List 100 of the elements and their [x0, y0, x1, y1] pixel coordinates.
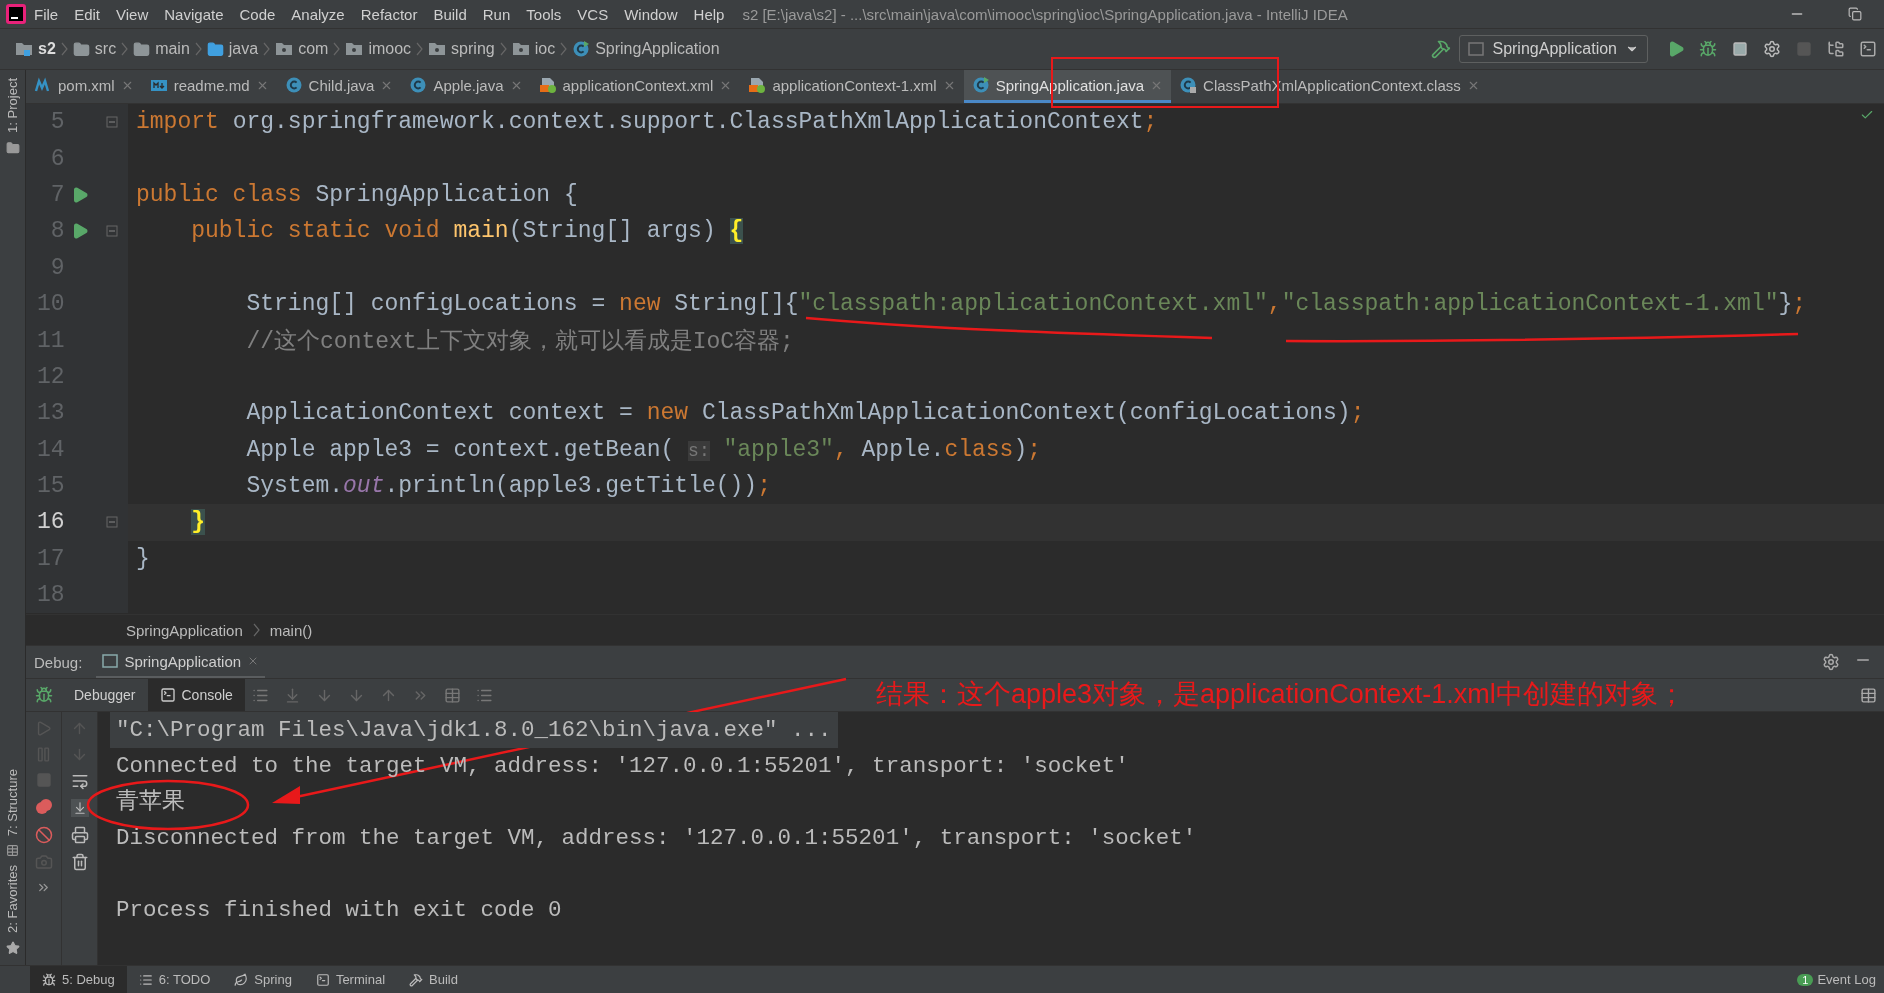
- tool-window-tab[interactable]: Build: [397, 966, 470, 993]
- editor-tab[interactable]: readme.md: [141, 70, 277, 103]
- chevron-separator-icon: [333, 42, 341, 56]
- breadcrumb-item[interactable]: SpringApplication: [126, 621, 243, 639]
- window-icon: [102, 654, 119, 668]
- package-folder-icon: [511, 41, 530, 57]
- menu-item[interactable]: Edit: [66, 5, 109, 23]
- trash-icon[interactable]: [70, 853, 89, 871]
- folder-icon: [133, 40, 151, 58]
- event-log-tab[interactable]: 1 Event Log: [1797, 972, 1884, 987]
- menu-item[interactable]: Navigate: [156, 5, 232, 23]
- restore-button[interactable]: [1848, 7, 1862, 21]
- editor-tab[interactable]: applicationContext-1.xml: [740, 70, 964, 103]
- terminal-button[interactable]: [1859, 40, 1877, 58]
- panel-title: Debug:: [34, 653, 83, 671]
- menu-item[interactable]: Window: [616, 5, 686, 23]
- package-folder-icon: [345, 41, 364, 57]
- menu-item[interactable]: Tools: [518, 5, 570, 23]
- chevron-separator-icon: [60, 42, 68, 56]
- debug-subtab[interactable]: Debugger: [62, 679, 148, 711]
- code-line: public static void main(String[] args) {: [190, 218, 744, 245]
- scroll-to-end-icon[interactable]: [70, 799, 89, 817]
- path-item[interactable]: main: [128, 40, 195, 58]
- project-structure-button[interactable]: [1827, 40, 1845, 58]
- editor-tab[interactable]: applicationContext.xml: [530, 70, 741, 103]
- fold-icon[interactable]: [106, 116, 119, 129]
- tool-window-tab[interactable]: Terminal: [303, 966, 397, 993]
- annotation-note: 结果：这个apple3对象，是applicationContext-1.xml中创建的对象；: [876, 678, 1685, 711]
- debug-subtab[interactable]: Console: [147, 679, 245, 711]
- code-line: import org.springframework.context.support.ClassPathXmlApplicationContext;: [135, 109, 1158, 136]
- bug-icon: [35, 686, 53, 704]
- layout-icon[interactable]: [1859, 686, 1877, 704]
- console-line: 青苹果: [115, 788, 186, 817]
- path-item[interactable]: imooc: [340, 40, 417, 58]
- path-item[interactable]: spring: [423, 40, 500, 58]
- code-line: public class SpringApplication {: [135, 181, 578, 208]
- breadcrumb-item[interactable]: main(): [269, 621, 313, 639]
- print-icon[interactable]: [70, 826, 89, 844]
- star-icon: [5, 941, 20, 955]
- window-title: s2 [E:\java\s2] - ...\src\main\java\com\imooc\spring\ioc\SpringApplication.java - IntelliJ IDEA: [741, 5, 1349, 23]
- menu-item[interactable]: Run: [474, 5, 519, 23]
- line-number: 16: [35, 509, 65, 536]
- xml-file-icon: [748, 76, 767, 94]
- chevron-separator-icon: [416, 42, 424, 56]
- menu-item[interactable]: VCS: [569, 5, 617, 23]
- code-line: //这个context上下文对象，就可以看成是IoC容器;: [245, 327, 794, 357]
- package-folder-icon: [428, 41, 447, 57]
- path-item[interactable]: com: [270, 40, 334, 58]
- menu-item[interactable]: Help: [685, 5, 733, 23]
- side-tool-tab[interactable]: 2: Favorites: [5, 865, 20, 933]
- folder-icon: [72, 40, 90, 58]
- side-tool-tab[interactable]: 7: Structure: [5, 768, 20, 837]
- editor-tab[interactable]: Child.java: [276, 70, 402, 103]
- path-item[interactable]: SpringApplication: [567, 40, 725, 58]
- check-icon: [1860, 108, 1874, 122]
- menu-item[interactable]: Refactor: [352, 5, 426, 23]
- chevron-separator-icon: [499, 42, 507, 56]
- tool-window-tab[interactable]: Spring: [222, 966, 304, 993]
- tool-window-tab[interactable]: 5: Debug: [30, 966, 127, 993]
- maven-file-icon: [34, 76, 52, 94]
- class-file-icon: [971, 76, 990, 94]
- run-button[interactable]: [1667, 40, 1685, 58]
- path-item[interactable]: java: [201, 40, 264, 58]
- debug-button[interactable]: [1699, 40, 1717, 58]
- list-icon: [138, 972, 153, 987]
- fold-icon[interactable]: [106, 225, 119, 238]
- editor-tab[interactable]: pom.xml: [26, 70, 142, 103]
- path-item[interactable]: src: [67, 40, 122, 58]
- project-folder-icon: [15, 41, 33, 57]
- tool-window-tab[interactable]: 6: TODO: [126, 966, 223, 993]
- menu-item[interactable]: View: [108, 5, 157, 23]
- run-icon[interactable]: [71, 185, 90, 204]
- menu-item[interactable]: Code: [231, 5, 284, 23]
- class-file-icon: [1179, 76, 1198, 94]
- path-item[interactable]: ioc: [506, 40, 561, 58]
- settings-icon[interactable]: [1822, 653, 1840, 671]
- menu-item[interactable]: File: [26, 5, 67, 23]
- run-icon[interactable]: [71, 222, 90, 241]
- run-config-dropdown[interactable]: SpringApplication: [1459, 35, 1648, 63]
- console-line: Disconnected from the target VM, address: '127.0.0.1:55201', transport: 'socket': [115, 824, 1198, 853]
- class-file-icon: [409, 76, 428, 94]
- mute-breakpoints-icon[interactable]: [34, 826, 53, 844]
- menu-item[interactable]: Build: [425, 5, 475, 23]
- side-tool-tab[interactable]: 1: Project: [5, 78, 20, 133]
- editor-tab[interactable]: Apple.java: [401, 70, 531, 103]
- chevron-separator-icon: [194, 42, 202, 56]
- hammer-icon: [1431, 39, 1452, 59]
- class-file-icon: [572, 40, 591, 58]
- structure-icon: [6, 844, 19, 858]
- soft-wrap-icon[interactable]: [70, 772, 89, 790]
- code-line: }: [135, 545, 150, 572]
- fold-icon[interactable]: [106, 516, 119, 529]
- menu-item[interactable]: Analyze: [283, 5, 353, 23]
- console-icon: [159, 687, 176, 703]
- path-item[interactable]: s2: [10, 40, 61, 58]
- chevron-separator-icon: [263, 42, 271, 56]
- folder-icon: [5, 140, 20, 155]
- xml-file-icon: [538, 76, 557, 94]
- breakpoints-icon[interactable]: [33, 797, 54, 817]
- count-badge: 1: [1797, 973, 1814, 986]
